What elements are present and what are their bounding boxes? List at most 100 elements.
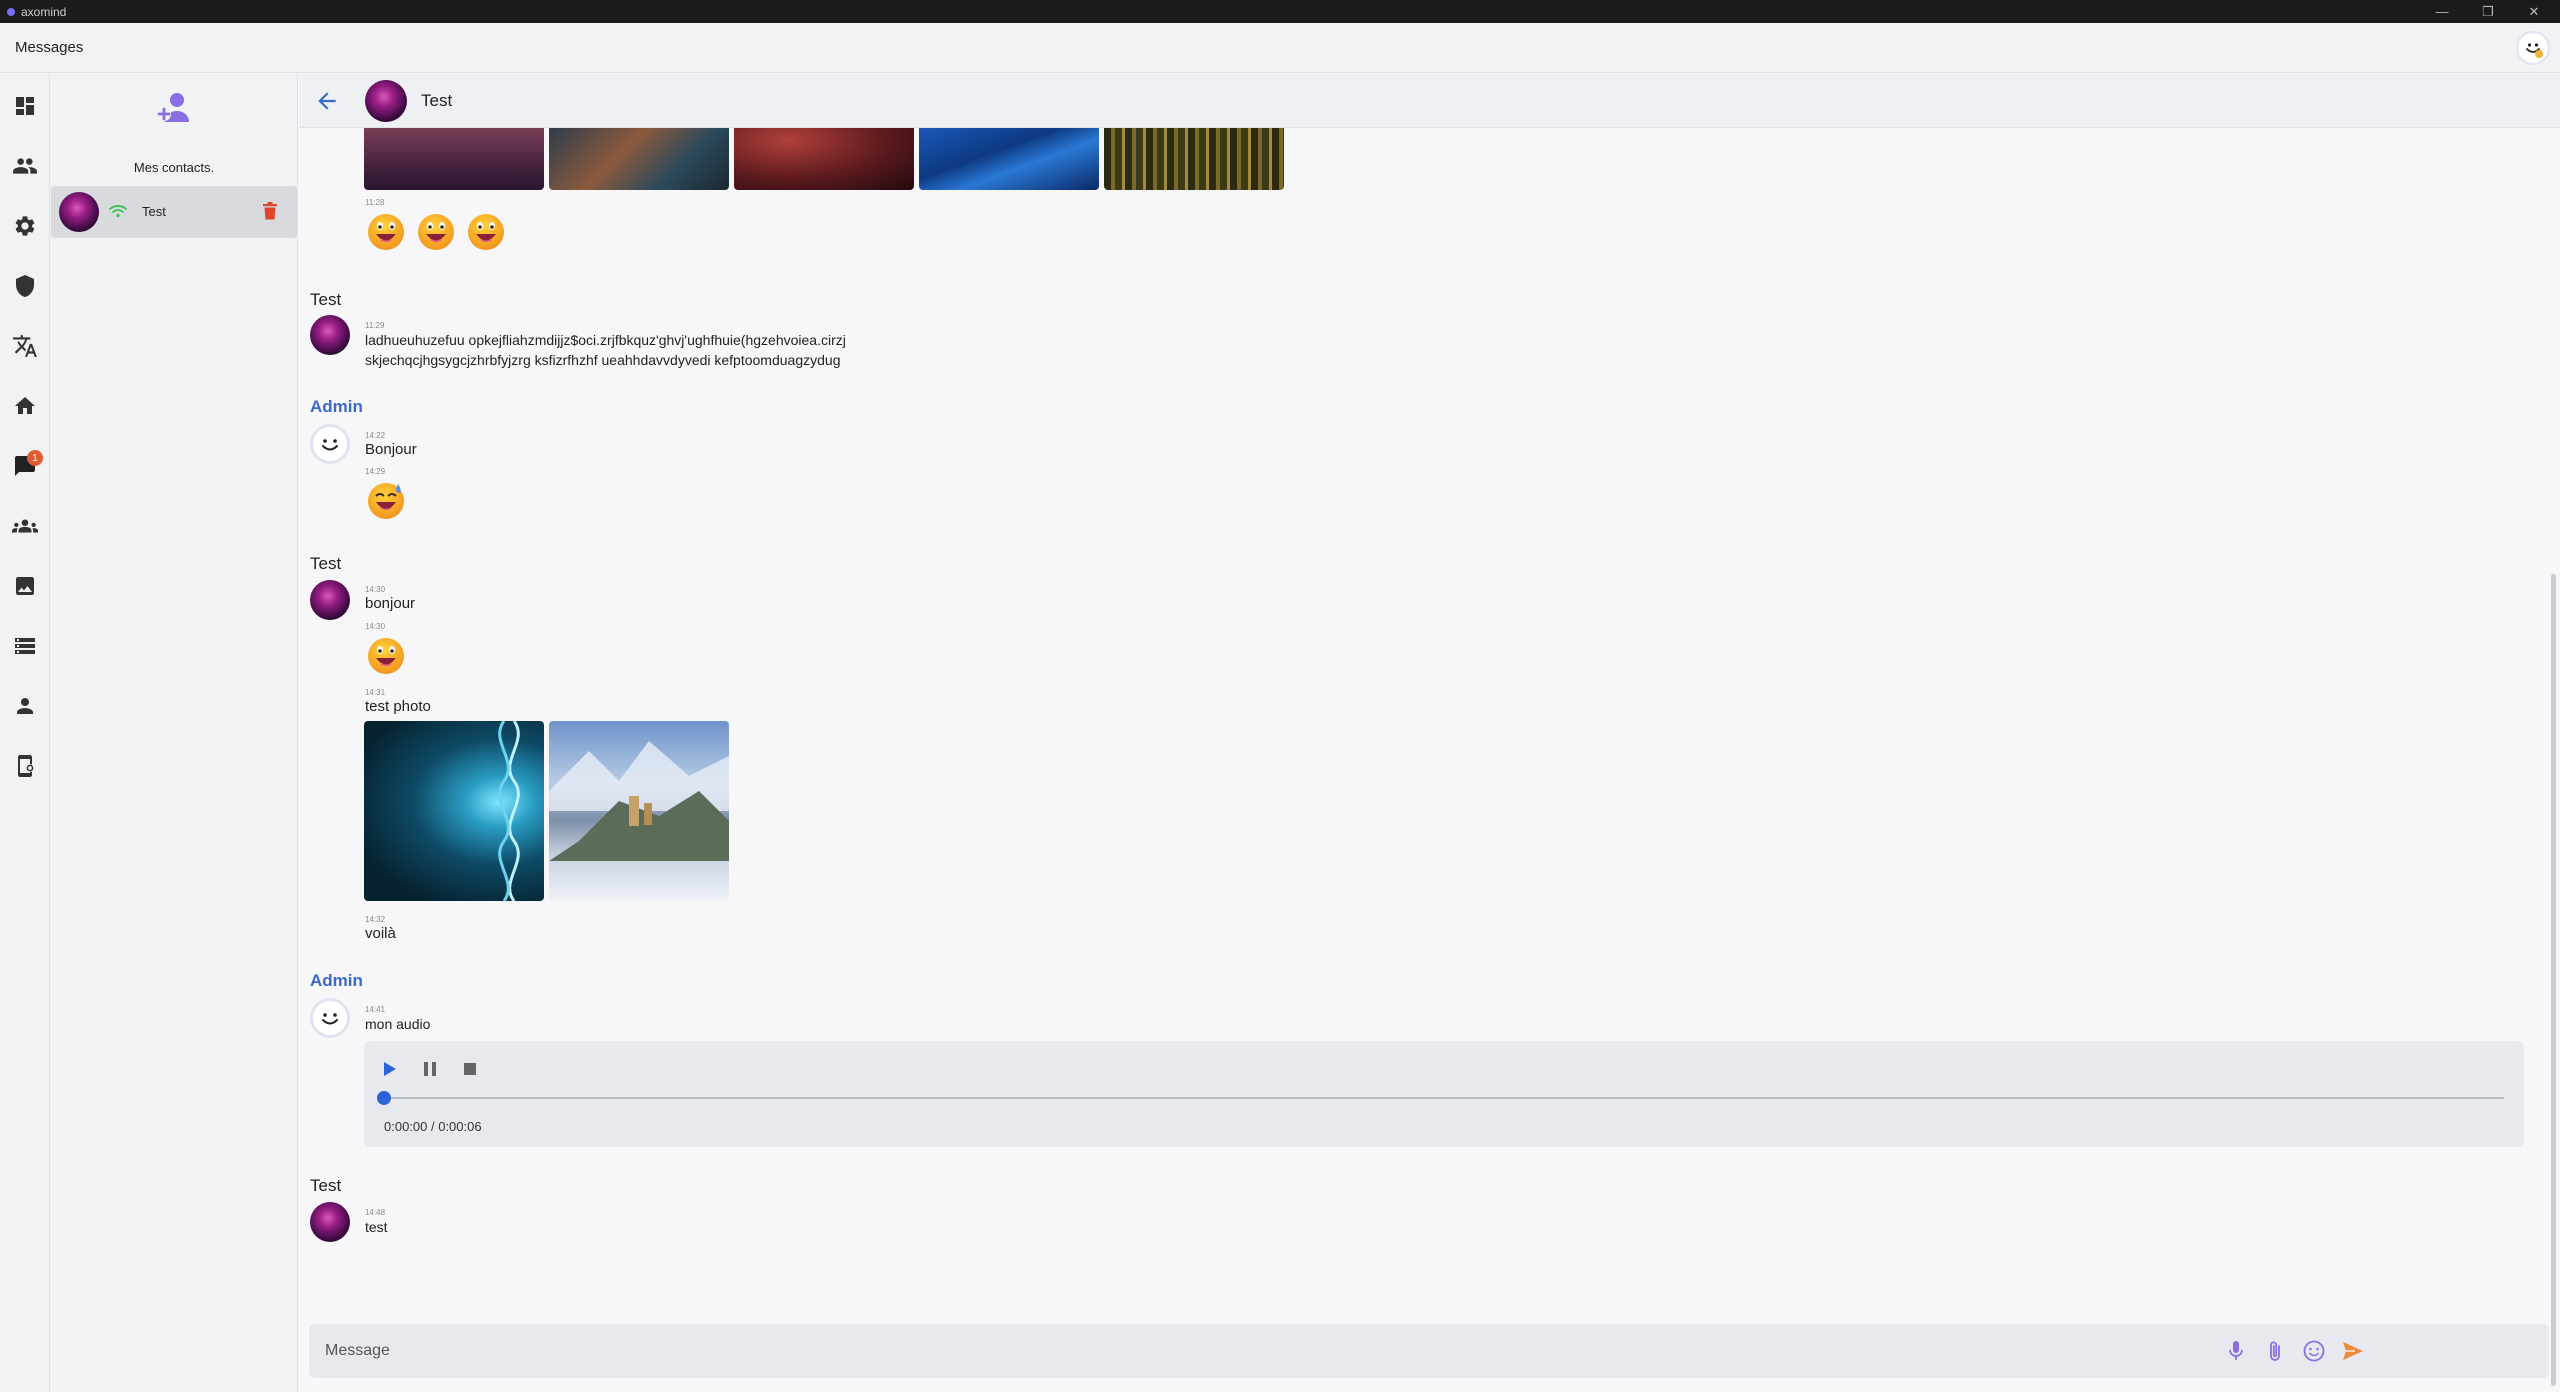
app-header: Messages xyxy=(0,23,2560,73)
maximize-button[interactable]: ❐ xyxy=(2468,0,2508,23)
smiley-avatar-icon xyxy=(2526,43,2543,58)
contact-avatar xyxy=(59,192,99,232)
storage-icon xyxy=(15,638,35,654)
sender-name: Test xyxy=(310,1176,342,1195)
minimize-button[interactable]: — xyxy=(2422,0,2462,23)
play-icon xyxy=(384,1062,396,1076)
audio-time-label: 0:00:00 / 0:00:06 xyxy=(384,1119,482,1134)
audio-progress-track[interactable] xyxy=(384,1097,2504,1099)
shield-icon xyxy=(16,275,34,297)
message-time: 14:31 xyxy=(365,688,386,697)
pause-button[interactable] xyxy=(418,1057,442,1081)
message-input[interactable] xyxy=(325,1336,2325,1366)
message-time: 14:22 xyxy=(365,431,386,440)
nav-storage[interactable] xyxy=(0,626,50,666)
paperclip-icon xyxy=(2270,1341,2280,1361)
grinning-emoji-icon xyxy=(368,214,404,250)
sender-name: Admin xyxy=(310,971,363,990)
message-time: 14:48 xyxy=(365,1208,386,1217)
pause-icon xyxy=(424,1062,436,1076)
message-time: 14:30 xyxy=(365,585,386,594)
admin-avatar xyxy=(310,998,350,1038)
attach-file-button[interactable] xyxy=(2263,1339,2287,1363)
nav-messages[interactable]: 1 xyxy=(0,446,50,486)
nav-dashboard[interactable] xyxy=(0,86,50,126)
smiley-icon xyxy=(2303,1340,2325,1362)
person-icon xyxy=(17,698,33,714)
nav-profile[interactable] xyxy=(0,686,50,726)
phone-settings-icon xyxy=(18,755,34,777)
message-text: test photo xyxy=(365,698,431,715)
home-icon xyxy=(15,397,35,414)
contact-item[interactable]: Test xyxy=(51,186,297,238)
voice-record-button[interactable] xyxy=(2224,1339,2248,1363)
message-time: 14:41 xyxy=(365,1005,386,1014)
sender-name: Test xyxy=(310,290,342,309)
message-time: 14:30 xyxy=(365,622,386,631)
delete-contact-icon[interactable] xyxy=(262,202,278,220)
nav-translate[interactable] xyxy=(0,326,50,366)
message-text: bonjour xyxy=(365,595,416,612)
audio-player: 0:00:00 / 0:00:06 xyxy=(364,1041,2524,1147)
chat-panel: Test 11:28 Test 11:29 ladhueuhuzefuu opk… xyxy=(299,74,2560,1392)
message-time: 11:28 xyxy=(365,198,385,207)
microphone-icon xyxy=(2229,1341,2243,1360)
stop-button[interactable] xyxy=(458,1057,482,1081)
play-button[interactable] xyxy=(378,1057,402,1081)
sweat-smile-emoji-icon xyxy=(368,483,404,519)
message-image[interactable] xyxy=(1104,128,1284,190)
nav-device-settings[interactable] xyxy=(0,746,50,786)
chat-contact-avatar xyxy=(365,80,407,122)
nav-security[interactable] xyxy=(0,266,50,306)
dashboard-icon xyxy=(16,97,34,115)
app-logo-icon xyxy=(7,7,15,16)
window-title: axomind xyxy=(21,4,67,19)
message-image[interactable] xyxy=(549,128,729,190)
audio-progress-handle[interactable] xyxy=(377,1091,391,1105)
gear-icon xyxy=(15,216,35,236)
grinning-emoji-icon xyxy=(368,638,404,674)
nav-gallery[interactable] xyxy=(0,566,50,606)
messages-badge: 1 xyxy=(27,450,43,466)
add-person-icon xyxy=(157,93,189,122)
message-text: mon audio xyxy=(365,1016,431,1032)
nav-home[interactable] xyxy=(0,386,50,426)
chat-scrollbar[interactable] xyxy=(2551,574,2556,1386)
grinning-emoji-icon xyxy=(468,214,504,250)
sender-avatar xyxy=(310,1202,350,1242)
sender-avatar xyxy=(310,580,350,620)
dna-image-icon xyxy=(498,721,520,901)
nav-groups[interactable] xyxy=(0,506,50,546)
contacts-panel: Mes contacts. Test xyxy=(50,74,298,1392)
contacts-label: Mes contacts. xyxy=(133,160,215,175)
user-avatar[interactable] xyxy=(2516,31,2550,65)
window-title-bar: axomind — ❐ ✕ xyxy=(0,0,2560,23)
message-image[interactable] xyxy=(734,128,914,190)
message-image[interactable] xyxy=(364,128,544,190)
message-list[interactable]: 11:28 Test 11:29 ladhueuhuzefuu opkejfli… xyxy=(299,128,2560,1298)
nav-contacts[interactable] xyxy=(0,146,50,186)
message-time: 11:29 xyxy=(365,321,385,330)
sender-name: Admin xyxy=(310,397,363,416)
message-time: 14:32 xyxy=(365,915,386,924)
close-window-button[interactable]: ✕ xyxy=(2514,0,2554,23)
stop-icon xyxy=(464,1063,476,1075)
emoji-picker-button[interactable] xyxy=(2302,1339,2326,1363)
image-icon xyxy=(16,577,34,595)
send-button[interactable] xyxy=(2341,1339,2365,1363)
people-icon xyxy=(13,158,37,174)
back-arrow-icon[interactable] xyxy=(314,88,340,114)
message-image[interactable] xyxy=(919,128,1099,190)
groups-icon xyxy=(12,519,38,533)
contact-name: Test xyxy=(142,204,166,219)
message-text: voilà xyxy=(365,925,396,942)
chat-contact-name: Test xyxy=(421,91,453,110)
message-text: Bonjour xyxy=(365,441,417,458)
message-image[interactable] xyxy=(549,721,729,901)
grinning-emoji-icon xyxy=(418,214,454,250)
page-title: Messages xyxy=(15,39,84,56)
nav-settings[interactable] xyxy=(0,206,50,246)
message-text: ladhueuhuzefuu opkejfliahzmdijjz$oci.zrj… xyxy=(365,332,846,348)
add-contact-button[interactable] xyxy=(154,88,194,128)
message-image[interactable] xyxy=(364,721,544,901)
